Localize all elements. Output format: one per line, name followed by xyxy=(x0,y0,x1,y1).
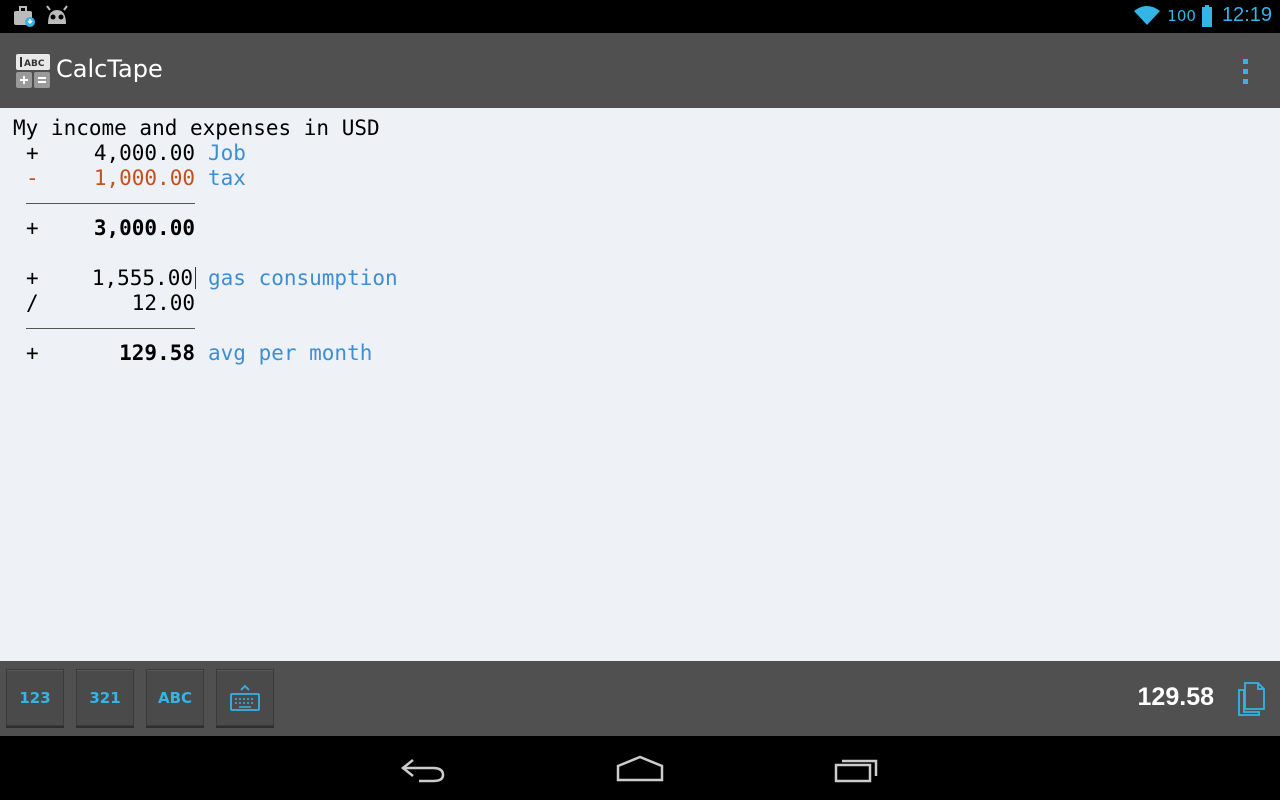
battery-level: 100 xyxy=(1167,6,1196,25)
subtotal-line[interactable]: + 3,000.00 xyxy=(0,216,700,241)
keyboard-toggle-button[interactable] xyxy=(216,669,274,726)
tape-title[interactable]: My income and expenses in USD xyxy=(13,116,380,140)
tape-line[interactable]: + 1,555.00 gas consumption xyxy=(0,266,700,291)
action-bar: ABC CalcTape xyxy=(0,33,1280,108)
app-icon-text: ABC xyxy=(24,59,45,69)
subtotal-divider xyxy=(26,203,195,204)
bottom-toolbar: 123 321 ABC 129.58 xyxy=(0,661,1280,736)
app-title: CalcTape xyxy=(56,55,163,83)
total-display: 129.58 xyxy=(1137,683,1214,711)
clock: 12:19 xyxy=(1221,4,1272,26)
keyboard-icon xyxy=(230,684,260,711)
tape-line[interactable]: - 1,000.00 tax xyxy=(0,166,700,191)
wifi-icon xyxy=(1134,5,1161,25)
copy-icon[interactable] xyxy=(1236,681,1266,717)
text-cursor xyxy=(195,267,196,289)
subtotal-amount: 129.58 xyxy=(119,341,195,365)
briefcase-notification-icon xyxy=(14,6,35,27)
subtotal-line[interactable]: + 129.58 avg per month xyxy=(0,341,700,366)
comment: gas consumption xyxy=(208,266,398,290)
operator: + xyxy=(26,216,39,240)
numbers-button[interactable]: 123 xyxy=(6,669,64,726)
operator: + xyxy=(26,141,39,165)
operator: + xyxy=(26,266,39,290)
reverse-numbers-button[interactable]: 321 xyxy=(76,669,134,726)
amount: 1,000.00 xyxy=(93,166,195,190)
operator: - xyxy=(26,166,39,190)
tape-line[interactable]: + 4,000.00 Job xyxy=(0,141,700,166)
back-icon[interactable] xyxy=(399,754,449,784)
android-debug-icon xyxy=(46,5,68,24)
calctape-app-icon[interactable]: ABC xyxy=(16,54,50,88)
tape-line[interactable]: / 12.00 xyxy=(0,291,700,316)
recents-icon[interactable] xyxy=(832,754,882,784)
operator: / xyxy=(26,291,39,315)
tape-editor[interactable]: My income and expenses in USD + 4,000.00… xyxy=(0,108,1280,661)
overflow-menu-icon[interactable] xyxy=(1230,53,1260,89)
subtotal-amount: 3,000.00 xyxy=(93,216,195,240)
comment: tax xyxy=(208,166,246,190)
home-icon[interactable] xyxy=(615,754,665,784)
comment: Job xyxy=(208,141,246,165)
amount: 1,555.00 xyxy=(40,266,193,290)
battery-icon xyxy=(1201,4,1212,27)
operator: + xyxy=(26,341,39,365)
status-bar: 100 12:19 xyxy=(0,0,1280,33)
amount: 4,000.00 xyxy=(93,141,195,165)
amount: 12.00 xyxy=(131,291,195,315)
navigation-bar xyxy=(0,736,1280,800)
comment: avg per month xyxy=(208,341,373,365)
screen: 100 12:19 ABC CalcTape My income and exp… xyxy=(0,0,1280,800)
subtotal-divider xyxy=(26,328,195,329)
text-keyboard-button[interactable]: ABC xyxy=(146,669,204,726)
amount-value: 1,555.00 xyxy=(91,266,193,290)
